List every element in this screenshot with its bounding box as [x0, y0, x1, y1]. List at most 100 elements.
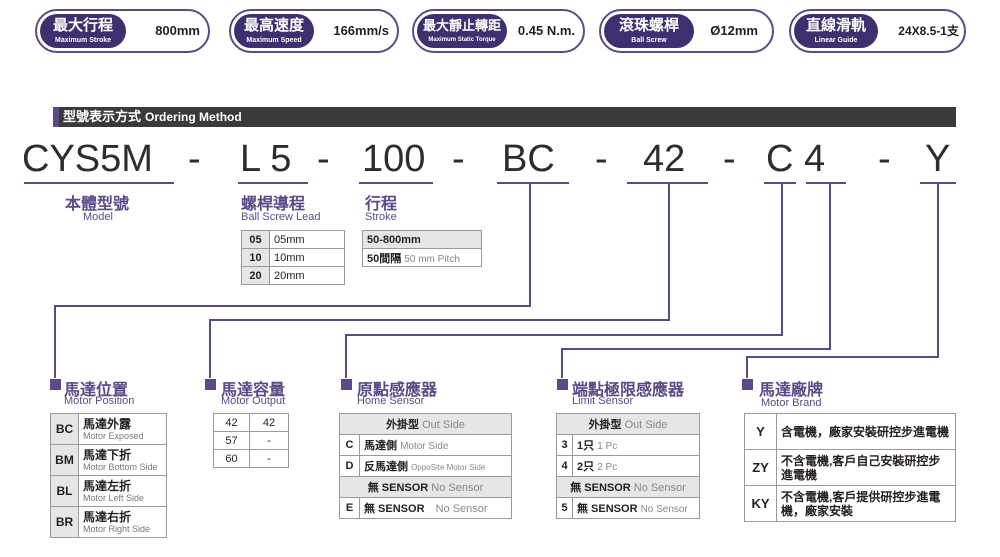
code-dash: - [317, 138, 330, 180]
limit-sensor-zh: 無 SENSOR [577, 503, 638, 515]
position-en: Motor Right Side [83, 523, 151, 534]
home-sensor-code: D [339, 455, 360, 477]
spec-static-torque: 最大靜止轉距 Maximum Static Torque 0.45 N.m. [412, 9, 585, 53]
home-sensor-en: No Sensor [431, 482, 484, 494]
section-marker [341, 379, 352, 390]
spec-label-zh: 直線滑軌 [805, 17, 866, 34]
position-desc: 馬達外露 Motor Exposed [78, 413, 167, 445]
lead-code: 20 [241, 266, 270, 285]
table-row: 無 SENSOR No Sensor [556, 476, 700, 498]
limit-sensor-none-row: 無 SENSOR No Sensor [556, 476, 700, 498]
table-row: E無 SENSOR No Sensor [339, 497, 512, 519]
limit-sensor-desc: 2只 2 Pc [572, 455, 700, 477]
home-sensor-en: Motor Side [400, 441, 449, 452]
connector-line [561, 348, 563, 378]
code-sensor: BC [502, 138, 555, 180]
stroke-pitch-en: 50 mm Pitch [404, 253, 460, 265]
connector-line [937, 184, 939, 358]
table-row: 60- [213, 449, 289, 468]
limit-sensor-en: 1 Pc [597, 441, 618, 452]
spec-value: Ø12mm [710, 23, 758, 38]
stroke-pitch: 50間隔 50 mm Pitch [362, 248, 482, 267]
table-row: BR 馬達右折 Motor Right Side [50, 506, 167, 538]
spec-label-en: Maximum Static Torque [428, 37, 496, 43]
home-sensor-en: No Sensor [435, 503, 488, 515]
table-row: 無 SENSOR No Sensor [339, 476, 512, 498]
home-sensor-subtitle: Home Sensor [357, 395, 425, 407]
section-marker [205, 379, 216, 390]
underline-sensor [497, 182, 569, 184]
limit-sensor-head-zh: 外掛型 [588, 419, 622, 431]
connector-line [54, 305, 56, 378]
table-row: BM 馬達下折 Motor Bottom Side [50, 444, 167, 476]
home-sensor-head-zh: 外掛型 [386, 419, 420, 431]
output-value: - [249, 449, 289, 468]
lead-label-en: Ball Screw Lead [241, 211, 321, 223]
limit-sensor-desc: 無 SENSOR No Sensor [572, 497, 700, 519]
output-code: 60 [213, 449, 250, 468]
brand-code: Y [744, 413, 777, 450]
home-sensor-desc: 無 SENSOR No Sensor [359, 497, 512, 519]
table-row: 4 2只 2 Pc [556, 455, 700, 477]
table-row: 外掛型 Out Side [339, 413, 512, 435]
home-sensor-en: OppoSite Motor Side [411, 463, 486, 472]
code-model: CYS5M [22, 138, 153, 180]
limit-sensor-head: 外掛型 Out Side [556, 413, 700, 435]
connector-line [209, 319, 670, 321]
table-row: 10 10mm [241, 248, 345, 267]
position-zh: 馬達左折 [83, 478, 132, 493]
limit-sensor-en: 2 Pc [597, 462, 618, 473]
table-row: 05 05mm [241, 230, 345, 249]
stroke-table: 50-800mm 50間隔 50 mm Pitch [362, 230, 482, 267]
output-value: - [249, 431, 289, 450]
section-marker [50, 379, 61, 390]
home-sensor-code: C [339, 434, 360, 456]
lead-value: 10mm [269, 248, 345, 267]
table-row: C 馬達側 Motor Side [339, 434, 512, 456]
limit-sensor-code: 4 [556, 455, 573, 477]
home-sensor-zh: 馬達側 [364, 440, 397, 452]
underline-model [24, 182, 174, 184]
motor-position-table: BC 馬達外露 Motor Exposed BM 馬達下折 Motor Bottom S… [50, 413, 167, 538]
position-zh: 馬達外露 [83, 416, 132, 431]
position-zh: 馬達右折 [83, 509, 132, 524]
connector-line [781, 184, 783, 336]
section-marker [742, 379, 753, 390]
model-label-en: Model [83, 211, 113, 223]
spec-label-en: Maximum Speed [246, 37, 302, 44]
code-dash: - [595, 138, 608, 180]
spec-label-zh: 最大行程 [52, 17, 113, 34]
spec-label-zh: 滾珠螺桿 [618, 17, 679, 34]
brand-code: ZY [744, 449, 777, 486]
motor-position-subtitle: Motor Position [64, 395, 135, 407]
limit-sensor-zh: 1只 [577, 440, 595, 452]
spec-label-en: Maximum Stroke [54, 37, 112, 44]
spec-max-speed: 最高速度 Maximum Speed 166mm/s [229, 9, 399, 53]
position-code: BR [50, 506, 79, 538]
spec-value: 800mm [155, 23, 200, 38]
underline-limit-4 [806, 182, 846, 184]
spec-label-en: Ball Screw [631, 37, 667, 44]
spec-label-en: Linear Guide [814, 37, 858, 44]
position-zh: 馬達下折 [83, 447, 132, 462]
table-row: Y 含電機，廠家安裝研控步進電機 [744, 413, 956, 450]
connector-line [668, 184, 670, 321]
code-brand: Y [925, 138, 951, 180]
position-desc: 馬達左折 Motor Left Side [78, 475, 167, 507]
table-row: 20 20mm [241, 266, 345, 285]
motor-output-table: 42 42 57- 60- [213, 413, 289, 468]
code-lead: L 5 [240, 138, 292, 180]
connector-line [345, 334, 347, 378]
code-dash: - [723, 138, 736, 180]
spec-value: 166mm/s [333, 23, 389, 38]
home-sensor-zh: 無 SENSOR [367, 482, 429, 494]
position-desc: 馬達下折 Motor Bottom Side [78, 444, 167, 476]
underline-limit-c [764, 182, 796, 184]
limit-sensor-table: 外掛型 Out Side 3 1只 1 Pc 4 2只 2 Pc 無 SENSOR … [556, 413, 700, 519]
table-row: ZY 不含電機,客戶自己安裝研控步進電機 [744, 449, 956, 486]
lead-code: 10 [241, 248, 270, 267]
limit-sensor-en: No Sensor [640, 504, 688, 515]
spec-ball-screw: 滾珠螺桿 Ball Screw Ø12mm [599, 9, 774, 53]
limit-sensor-subtitle: Limit Sensor [572, 395, 634, 407]
motor-output-subtitle: Motor Output [221, 395, 286, 407]
